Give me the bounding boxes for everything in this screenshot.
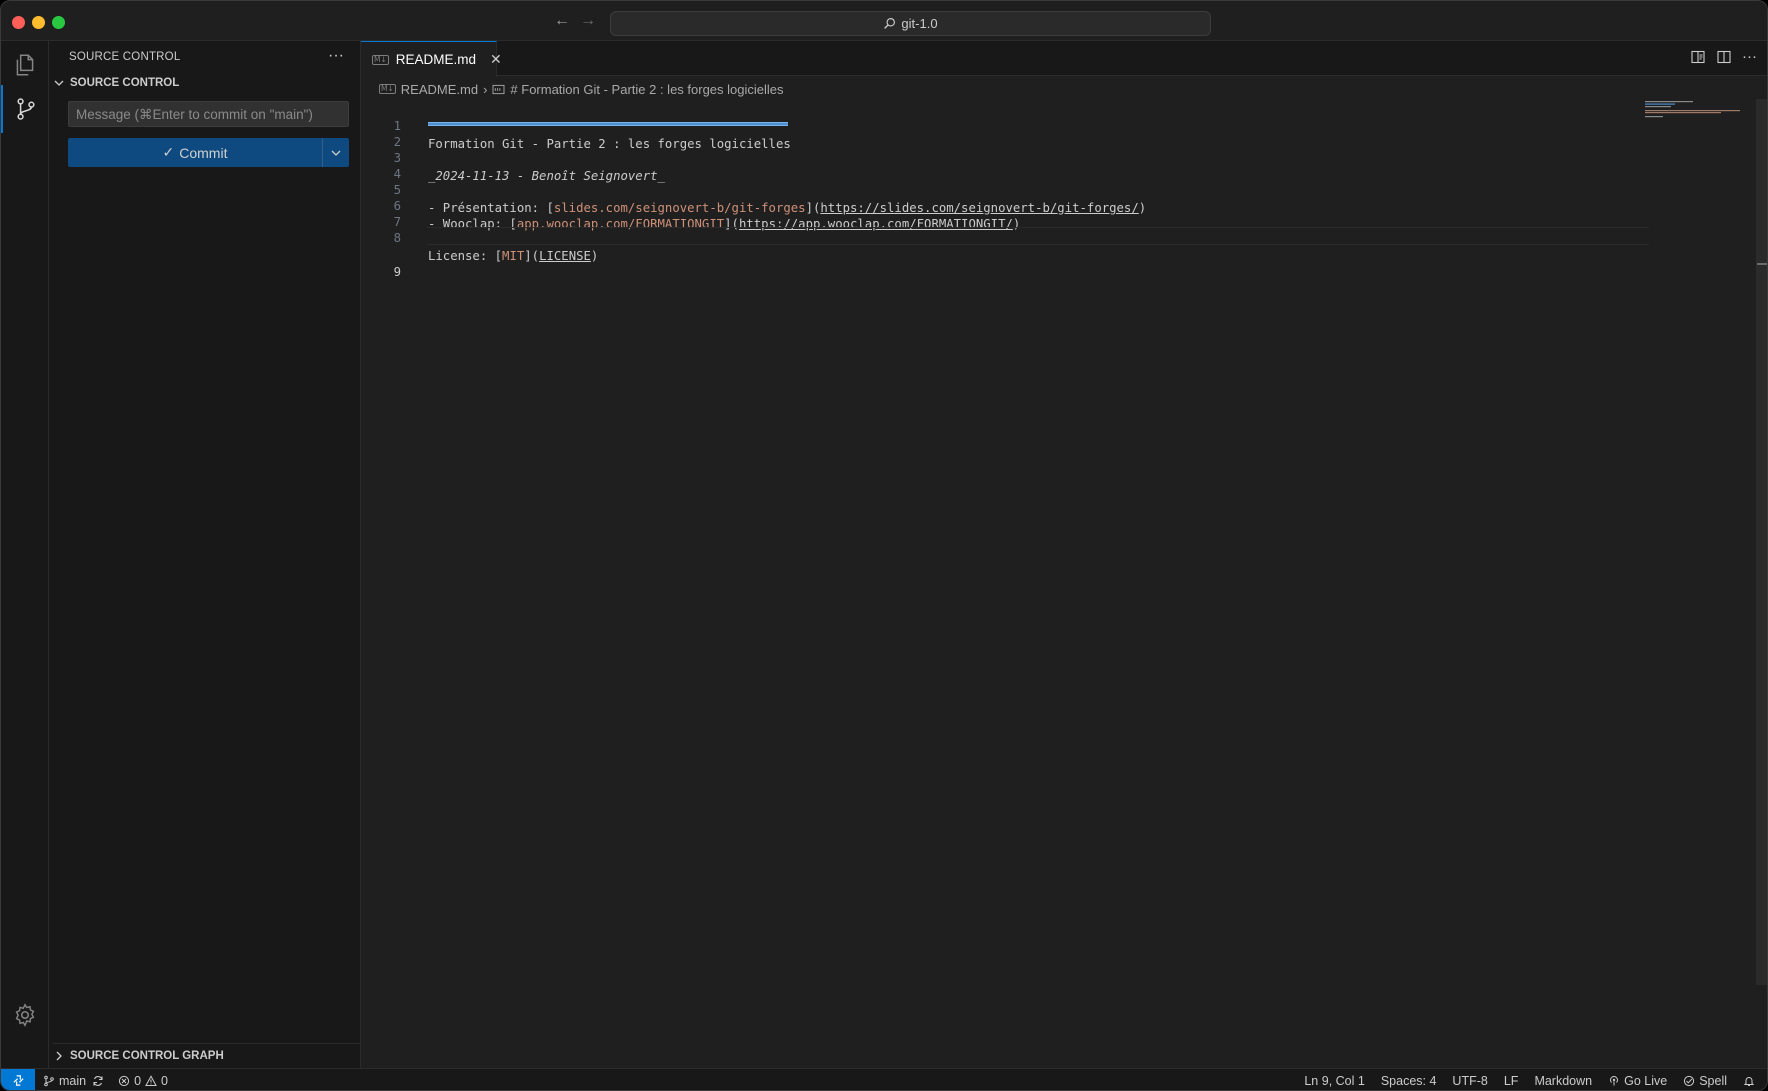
status-right: Ln 9, Col 1 Spaces: 4 UTF-8 LF Markdown …: [1304, 1069, 1755, 1090]
scroll-cursor-marker: [1757, 263, 1767, 265]
code-line-active: 9: [361, 227, 1651, 279]
check-icon: ✓: [162, 144, 175, 160]
text-suffix: ): [590, 249, 599, 263]
title-bar: ← → git-1.0: [1, 1, 1767, 41]
activity-explorer[interactable]: [1, 41, 49, 89]
arrow-right-icon[interactable]: →: [580, 12, 596, 30]
vertical-scrollbar[interactable]: [1756, 99, 1767, 985]
notifications-button[interactable]: [1743, 1075, 1755, 1087]
maximize-window-button[interactable]: [52, 16, 65, 29]
commit-message-input[interactable]: [68, 101, 349, 127]
spell-button[interactable]: Spell: [1683, 1074, 1727, 1088]
breadcrumb: M↓ README.md › # Formation Git - Partie …: [379, 78, 784, 100]
graph-title: SOURCE CONTROL GRAPH: [70, 1050, 224, 1062]
go-live-label: Go Live: [1624, 1073, 1668, 1088]
commit-dropdown-button[interactable]: [323, 138, 349, 167]
branch-indicator[interactable]: main: [43, 1074, 86, 1088]
warning-icon: [145, 1074, 157, 1086]
status-left: main 0 0: [43, 1069, 168, 1090]
language-mode[interactable]: Markdown: [1534, 1074, 1592, 1088]
line-number: 9: [393, 265, 401, 279]
search-text: git-1.0: [901, 16, 938, 31]
close-window-button[interactable]: [12, 16, 25, 29]
error-icon: [118, 1075, 130, 1086]
commit-button[interactable]: ✓ Commit: [68, 138, 323, 167]
branch-icon: [44, 1075, 54, 1086]
section-title: SOURCE CONTROL: [70, 77, 180, 89]
gear-icon[interactable]: [12, 1002, 38, 1028]
branch-name: main: [59, 1073, 87, 1088]
remote-indicator[interactable]: [1, 1069, 35, 1090]
problems-indicator[interactable]: 0 0: [118, 1074, 168, 1088]
cursor-position[interactable]: Ln 9, Col 1: [1304, 1074, 1364, 1088]
symbol-string-icon: [492, 84, 505, 94]
text-mid: ](: [524, 249, 540, 263]
link-url[interactable]: LICENSE: [539, 249, 591, 263]
open-preview-icon[interactable]: [1690, 49, 1706, 65]
status-bar: main 0 0 Ln 9, Col 1 Spaces: 4 UTF-8 LF …: [1, 1068, 1767, 1090]
source-control-graph-header[interactable]: SOURCE CONTROL GRAPH: [53, 1043, 360, 1062]
chevron-down-icon: [331, 150, 341, 156]
chevron-right-icon: [56, 1051, 62, 1061]
bell-icon: [1743, 1076, 1755, 1086]
current-line-highlight: [427, 227, 1649, 245]
arrow-left-icon[interactable]: ←: [554, 12, 570, 30]
warning-count: 0: [161, 1073, 168, 1088]
indentation[interactable]: Spaces: 4: [1381, 1074, 1437, 1088]
close-icon[interactable]: ✕: [490, 51, 502, 68]
link-text: MIT: [502, 249, 525, 263]
editor-actions: ···: [1690, 49, 1757, 65]
text-prefix: License: [: [428, 249, 503, 263]
chevron-down-icon: [54, 80, 64, 86]
sync-button[interactable]: [92, 1075, 104, 1087]
tab-label: README.md: [395, 52, 477, 67]
markdown-icon: M↓: [379, 84, 396, 94]
encoding[interactable]: UTF-8: [1452, 1074, 1487, 1088]
chevron-right-icon: ›: [483, 81, 488, 97]
tab-readme[interactable]: M↓ README.md ✕: [361, 41, 502, 77]
sidebar-header: SOURCE CONTROL: [69, 51, 181, 63]
heading-underline-rule: [428, 122, 788, 126]
breadcrumb-file[interactable]: README.md: [401, 82, 478, 97]
source-control-sidebar: SOURCE CONTROL ··· SOURCE CONTROL ✓ Comm…: [49, 41, 361, 1068]
line-text: License: [MIT](LICENSE): [428, 247, 598, 265]
search-icon: [884, 18, 896, 29]
spell-label: Spell: [1699, 1073, 1727, 1088]
activity-source-control[interactable]: [1, 85, 49, 133]
error-count: 0: [134, 1073, 142, 1088]
markdown-icon: M↓: [372, 54, 389, 65]
source-control-icon: [17, 98, 35, 120]
breadcrumb-symbol[interactable]: # Formation Git - Partie 2 : les forges …: [510, 82, 783, 97]
command-center-search[interactable]: git-1.0: [610, 11, 1211, 36]
minimize-window-button[interactable]: [32, 16, 45, 29]
minimap[interactable]: [1642, 99, 1752, 139]
more-actions-icon[interactable]: ···: [328, 47, 344, 65]
source-control-section-header[interactable]: SOURCE CONTROL: [53, 77, 179, 89]
go-live-button[interactable]: Go Live: [1608, 1074, 1667, 1088]
spell-check-icon: [1684, 1075, 1695, 1086]
commit-button-group: ✓ Commit: [68, 138, 349, 167]
split-editor-icon[interactable]: [1716, 49, 1732, 65]
broadcast-icon: [1610, 1075, 1619, 1085]
end-of-line[interactable]: LF: [1504, 1074, 1519, 1088]
sync-icon: [93, 1075, 103, 1086]
more-actions-icon[interactable]: ···: [1742, 49, 1757, 65]
activity-bar: [1, 41, 49, 1068]
editor-area: M↓ README.md ✕ ··· M↓ README.md › # Form…: [361, 41, 1767, 1068]
tab-bar: M↓ README.md ✕ ···: [361, 41, 1767, 77]
vscode-window: ← → git-1.0 SOURCE CONTROL ··· SOURCE CO…: [0, 0, 1768, 1091]
files-icon: [16, 54, 34, 76]
commit-label: Commit: [179, 144, 228, 161]
remote-icon: [12, 1075, 24, 1086]
